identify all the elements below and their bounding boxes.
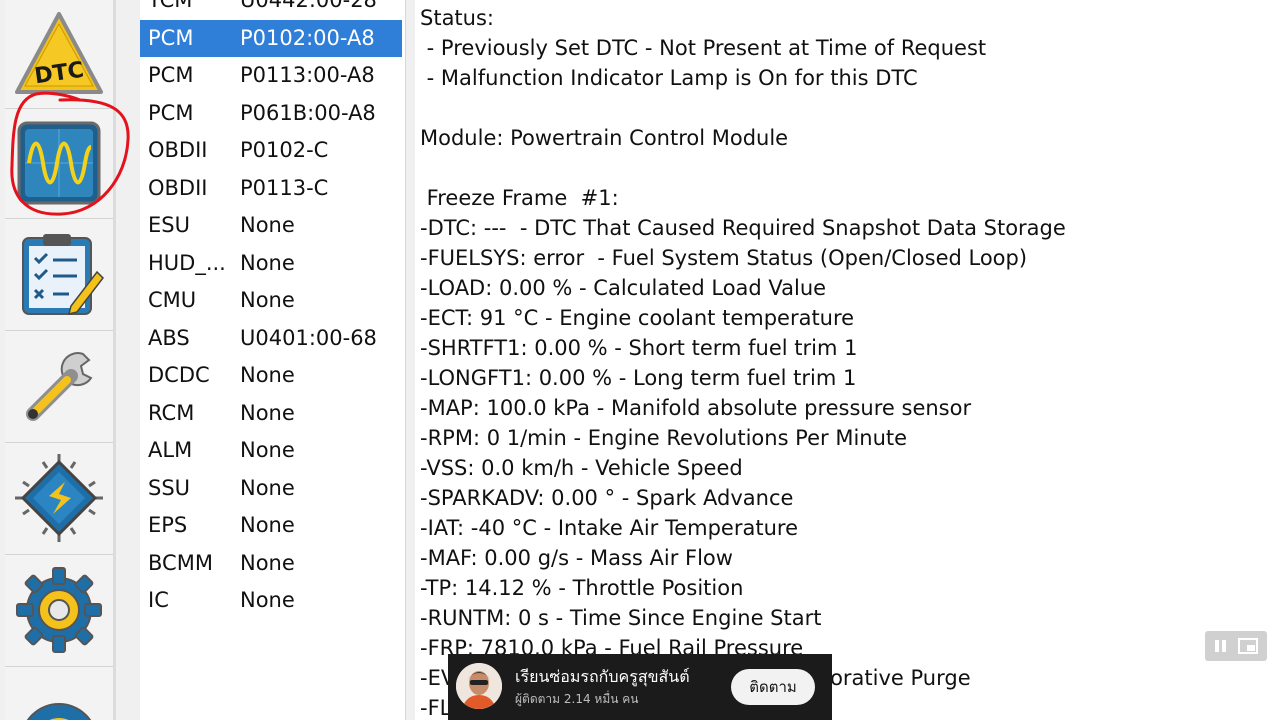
module-name: SSU bbox=[148, 475, 191, 500]
person-avatar-icon bbox=[456, 663, 502, 709]
dtc-code: P0102-C bbox=[240, 138, 329, 162]
settings-button[interactable] bbox=[5, 554, 113, 667]
report-button[interactable] bbox=[5, 218, 113, 331]
dtc-list-row[interactable]: DCDC None bbox=[140, 357, 402, 394]
detail-line: -VSS: 0.0 km/h - Vehicle Speed bbox=[420, 456, 743, 480]
module-name: PCM bbox=[148, 25, 194, 50]
module-name: RCM bbox=[148, 400, 195, 425]
channel-avatar[interactable] bbox=[456, 663, 502, 709]
detail-line: -IAT: -40 °C - Intake Air Temperature bbox=[420, 516, 798, 540]
detail-line: - Previously Set DTC - Not Present at Ti… bbox=[420, 36, 987, 60]
detail-line: Status: bbox=[420, 6, 494, 30]
detail-line: -RUNTM: 0 s - Time Since Engine Start bbox=[420, 606, 822, 630]
detail-line: - Malfunction Indicator Lamp is On for t… bbox=[420, 66, 918, 90]
dtc-list-row[interactable]: OBDII P0102-C bbox=[140, 132, 402, 169]
module-name: IC bbox=[148, 588, 169, 612]
module-name: ESU bbox=[148, 213, 190, 237]
follow-button[interactable]: ติดตาม bbox=[731, 669, 815, 705]
service-button[interactable] bbox=[5, 330, 113, 443]
module-name: PCM bbox=[148, 100, 194, 125]
dtc-code: P0113:00-A8 bbox=[240, 63, 375, 87]
dtc-list: TCM U0442:00-28 PCM P0102:00-A8 PCM P0113:00-… bbox=[140, 0, 405, 720]
detail-line: -LOAD: 0.00 % - Calculated Load Value bbox=[420, 276, 827, 300]
detail-line: -DTC: --- - DTC That Caused Required Sna… bbox=[420, 216, 1066, 240]
pip-control[interactable] bbox=[1205, 631, 1267, 661]
module-name: BCMM bbox=[148, 550, 213, 575]
side-toolbar: DTC bbox=[0, 0, 140, 720]
dtc-code: None bbox=[240, 588, 295, 612]
module-name: PCM bbox=[148, 63, 194, 87]
dtc-list-row[interactable]: BCMM None bbox=[140, 545, 402, 582]
dtc-code: None bbox=[240, 400, 295, 425]
dtc-list-row[interactable]: EPS None bbox=[140, 507, 402, 544]
detail-line: -RPM: 0 1/min - Engine Revolutions Per M… bbox=[420, 426, 908, 450]
detail-line: Freeze Frame #1: bbox=[420, 186, 619, 210]
dtc-list-row[interactable]: ESU None bbox=[140, 207, 402, 244]
module-name: ABS bbox=[148, 325, 190, 350]
dtc-list-row[interactable]: HUD_... None bbox=[140, 245, 402, 282]
module-name: OBDII bbox=[148, 138, 208, 162]
module-chip-icon bbox=[15, 454, 103, 542]
channel-name[interactable]: เรียนซ่อมรถกับครูสุขสันต์ bbox=[515, 665, 690, 690]
dtc-code: U0401:00-68 bbox=[240, 325, 377, 350]
wrench-icon bbox=[26, 352, 93, 421]
module-name: EPS bbox=[148, 513, 188, 537]
channel-card: เรียนซ่อมรถกับครูสุขสันต์ ผู้ติดตาม 2.14… bbox=[448, 654, 832, 720]
subscriber-count: ผู้ติดตาม 2.14 หมื่น คน bbox=[515, 692, 639, 706]
dtc-list-row[interactable]: CMU None bbox=[140, 282, 402, 319]
dtc-list-row[interactable]: PCM P0113:00-A8 bbox=[140, 57, 402, 94]
dtc-code: None bbox=[240, 475, 295, 500]
dtc-code: P0113-C bbox=[240, 175, 329, 200]
dtc-code: U0442:00-28 bbox=[240, 0, 377, 12]
settings-gear-icon bbox=[16, 567, 102, 653]
dtc-list-row[interactable]: ABS U0401:00-68 bbox=[140, 320, 402, 357]
dtc-code: None bbox=[240, 438, 295, 462]
dtc-list-row[interactable]: TCM U0442:00-28 bbox=[140, 0, 402, 19]
module-name: DCDC bbox=[148, 363, 210, 387]
detail-line: Module: Powertrain Control Module bbox=[420, 126, 789, 150]
partial-toolbar-button[interactable] bbox=[5, 666, 113, 720]
dtc-list-row[interactable]: RCM None bbox=[140, 395, 402, 432]
checklist-icon bbox=[22, 234, 104, 316]
detail-line: -FL bbox=[420, 696, 452, 720]
pip-icon bbox=[1215, 638, 1258, 654]
dtc-code: None bbox=[240, 513, 295, 537]
detail-line: -FUELSYS: error - Fuel System Status (Op… bbox=[420, 246, 1028, 270]
dtc-list-row[interactable]: OBDII P0113-C bbox=[140, 170, 402, 207]
dtc-list-row[interactable]: ALM None bbox=[140, 432, 402, 469]
partial-icon bbox=[26, 703, 92, 720]
detail-line: -TP: 14.12 % - Throttle Position bbox=[420, 576, 744, 600]
module-name: CMU bbox=[148, 288, 197, 312]
dtc-code: P0102:00-A8 bbox=[240, 25, 375, 50]
detail-line: -LONGFT1: 0.00 % - Long term fuel trim 1 bbox=[420, 366, 857, 390]
dtc-list-row[interactable]: SSU None bbox=[140, 470, 402, 507]
module-programming-button[interactable] bbox=[5, 442, 113, 555]
dtc-list-row[interactable]: PCM P0102:00-A8 bbox=[140, 19, 402, 57]
module-name: ALM bbox=[148, 438, 193, 462]
annotation-circle bbox=[10, 91, 130, 216]
dtc-code: None bbox=[240, 550, 295, 575]
module-name: OBDII bbox=[148, 175, 208, 200]
detail-line: -SHRTFT1: 0.00 % - Short term fuel trim … bbox=[420, 336, 858, 360]
dtc-code: None bbox=[240, 363, 295, 387]
detail-line: -ECT: 91 °C - Engine coolant temperature bbox=[420, 306, 855, 330]
dtc-code: None bbox=[240, 213, 295, 237]
module-name: HUD_... bbox=[148, 250, 226, 275]
dtc-list-row[interactable]: IC None bbox=[140, 582, 402, 619]
detail-line: -SPARKADV: 0.00 ° - Spark Advance bbox=[420, 486, 794, 510]
dtc-code: None bbox=[240, 250, 295, 275]
module-name: TCM bbox=[148, 0, 193, 12]
detail-line: -MAP: 100.0 kPa - Manifold absolute pres… bbox=[420, 396, 972, 420]
dtc-detail-panel: Status: - Previously Set DTC - Not Prese… bbox=[415, 0, 1280, 720]
dtc-code: P061B:00-A8 bbox=[240, 100, 376, 125]
dtc-code: None bbox=[240, 288, 295, 312]
dtc-list-row[interactable]: PCM P061B:00-A8 bbox=[140, 95, 402, 132]
detail-line: -MAF: 0.00 g/s - Mass Air Flow bbox=[420, 546, 733, 570]
